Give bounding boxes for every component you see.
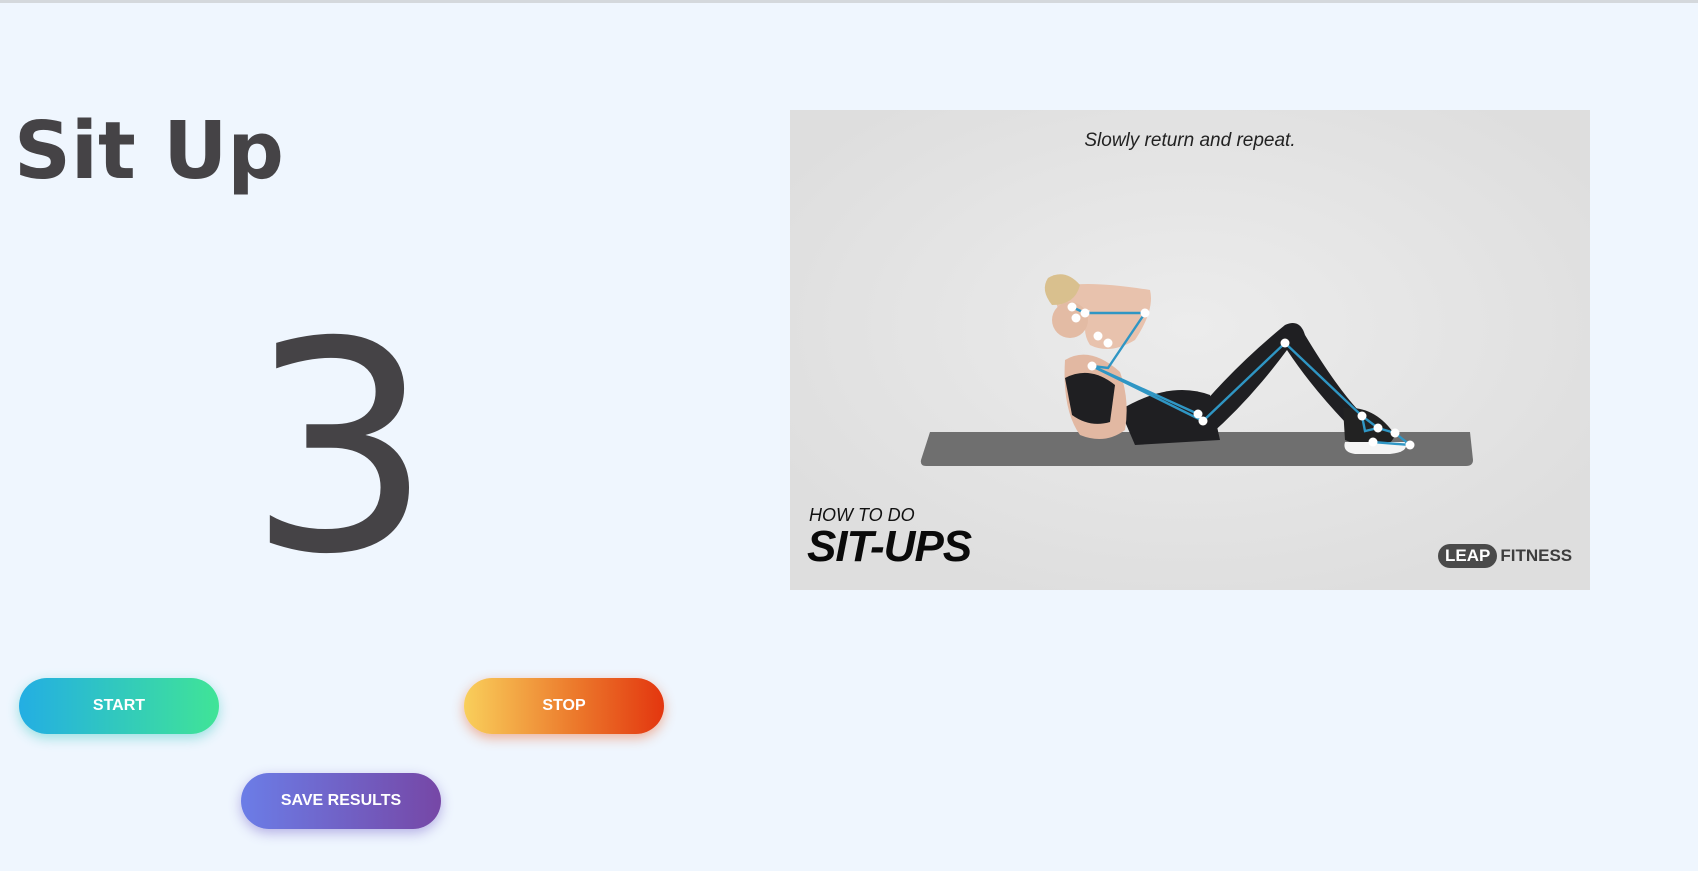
rep-counter: 3	[247, 281, 433, 618]
video-caption: Slowly return and repeat.	[1084, 130, 1296, 151]
stop-button[interactable]: STOP	[464, 678, 664, 734]
brand-leap: LEAP	[1438, 544, 1498, 568]
brand-logo: LEAP FITNESS	[1438, 543, 1572, 569]
page-title: Sit Up	[14, 105, 284, 197]
start-button[interactable]: START	[19, 678, 219, 734]
pose-video-feed: Slowly return and repeat. HOW TO DO SIT-…	[790, 110, 1590, 590]
brand-fitness: FITNESS	[1500, 546, 1573, 565]
top-divider	[0, 0, 1698, 3]
save-results-button[interactable]: SAVE RESULTS	[241, 773, 441, 829]
howto-title: SIT-UPS	[807, 522, 972, 571]
